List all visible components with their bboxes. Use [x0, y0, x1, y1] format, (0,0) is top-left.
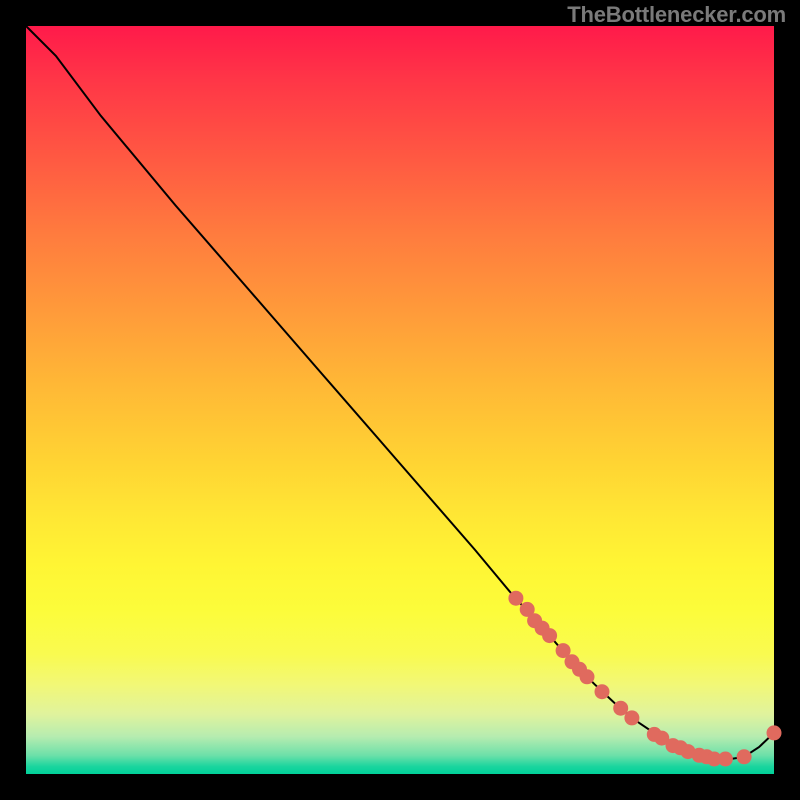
bottleneck-curve [26, 26, 774, 760]
data-point [595, 684, 610, 699]
data-point [508, 591, 523, 606]
data-point [542, 628, 557, 643]
site-link[interactable]: TheBottlenecker.com [567, 2, 786, 28]
data-point [580, 669, 595, 684]
plot-area [26, 26, 774, 774]
chart-canvas: TheBottlenecker.com [0, 0, 800, 800]
data-points-group [508, 591, 781, 767]
data-point [718, 752, 733, 767]
chart-overlay [26, 26, 774, 774]
data-point [624, 710, 639, 725]
data-point [737, 749, 752, 764]
data-point [767, 725, 782, 740]
